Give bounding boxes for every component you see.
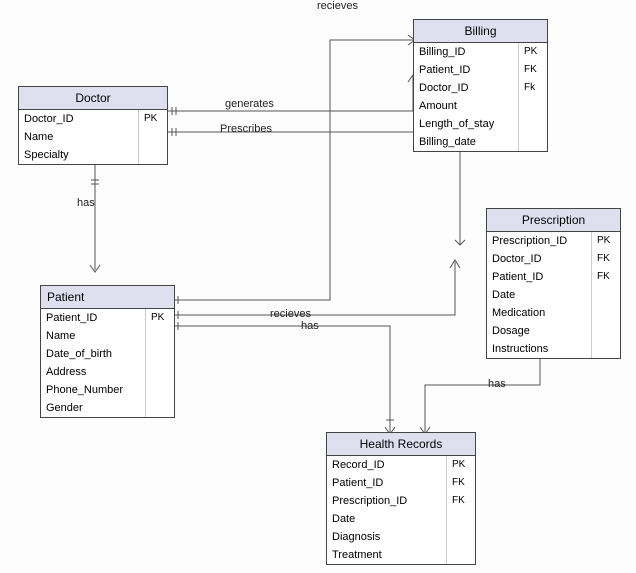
health-row-3-key (447, 510, 475, 528)
billing-row-4-name: Length_of_stay (414, 115, 519, 133)
health-row-4-key (447, 528, 475, 546)
prescription-row-6-name: Instructions (487, 340, 592, 358)
billing-row-5-key (519, 133, 547, 151)
entity-doctor[interactable]: Doctor Doctor_IDPK Name Specialty (18, 86, 168, 165)
label-recieves-top: recieves (317, 0, 358, 12)
health-row-4-name: Diagnosis (327, 528, 447, 546)
entity-billing[interactable]: Billing Billing_IDPK Patient_IDFK Doctor… (413, 19, 548, 152)
health-row-0-key: PK (447, 456, 475, 474)
doctor-row-2-key (139, 146, 167, 164)
health-row-2-key: FK (447, 492, 475, 510)
doctor-row-1-key (139, 128, 167, 146)
health-row-1-key: FK (447, 474, 475, 492)
billing-row-0-name: Billing_ID (414, 43, 519, 61)
prescription-row-5-key (592, 322, 620, 340)
billing-row-1-name: Patient_ID (414, 61, 519, 79)
patient-row-2-key (146, 345, 174, 363)
prescription-row-4-key (592, 304, 620, 322)
patient-row-0-name: Patient_ID (41, 309, 146, 327)
prescription-row-3-key (592, 286, 620, 304)
patient-row-4-name: Phone_Number (41, 381, 146, 399)
billing-title: Billing (414, 20, 547, 43)
entity-patient[interactable]: Patient Patient_IDPK Name Date_of_birth … (40, 285, 175, 418)
billing-row-5-name: Billing_date (414, 133, 519, 151)
prescription-row-0-key: PK (592, 232, 620, 250)
patient-row-5-key (146, 399, 174, 417)
prescription-title: Prescription (487, 209, 620, 232)
prescription-row-5-name: Dosage (487, 322, 592, 340)
label-has-presc-health: has (488, 378, 506, 390)
health-row-0-name: Record_ID (327, 456, 447, 474)
patient-row-3-name: Address (41, 363, 146, 381)
billing-row-3-key (519, 97, 547, 115)
label-has-doctor-patient: has (77, 197, 95, 209)
patient-row-3-key (146, 363, 174, 381)
patient-row-1-key (146, 327, 174, 345)
doctor-row-2-name: Specialty (19, 146, 139, 164)
label-prescribes: Prescribes (220, 123, 272, 135)
prescription-row-4-name: Medication (487, 304, 592, 322)
label-generates: generates (225, 98, 274, 110)
billing-row-2-name: Doctor_ID (414, 79, 519, 97)
billing-row-1-key: FK (519, 61, 547, 79)
label-has-patient-health: has (301, 320, 319, 332)
prescription-row-1-key: FK (592, 250, 620, 268)
billing-row-2-key: Fk (519, 79, 547, 97)
health-row-1-name: Patient_ID (327, 474, 447, 492)
prescription-row-6-key (592, 340, 620, 358)
billing-row-0-key: PK (519, 43, 547, 61)
prescription-row-1-name: Doctor_ID (487, 250, 592, 268)
patient-row-0-key: PK (146, 309, 174, 327)
doctor-title: Doctor (19, 87, 167, 110)
entity-health-records[interactable]: Health Records Record_IDPK Patient_IDFK … (326, 432, 476, 565)
doctor-row-0-name: Doctor_ID (19, 110, 139, 128)
billing-row-4-key (519, 115, 547, 133)
doctor-row-1-name: Name (19, 128, 139, 146)
patient-row-5-name: Gender (41, 399, 146, 417)
prescription-row-2-name: Patient_ID (487, 268, 592, 286)
health-row-2-name: Prescription_ID (327, 492, 447, 510)
health-title: Health Records (327, 433, 475, 456)
patient-row-2-name: Date_of_birth (41, 345, 146, 363)
label-recieves-mid: recieves (270, 308, 311, 320)
prescription-row-3-name: Date (487, 286, 592, 304)
billing-row-3-name: Amount (414, 97, 519, 115)
prescription-row-0-name: Prescription_ID (487, 232, 592, 250)
health-row-5-key (447, 546, 475, 564)
doctor-row-0-key: PK (139, 110, 167, 128)
patient-row-1-name: Name (41, 327, 146, 345)
health-row-5-name: Treatment (327, 546, 447, 564)
entity-prescription[interactable]: Prescription Prescription_IDPK Doctor_ID… (486, 208, 621, 359)
patient-title: Patient (41, 286, 174, 309)
patient-row-4-key (146, 381, 174, 399)
prescription-row-2-key: FK (592, 268, 620, 286)
health-row-3-name: Date (327, 510, 447, 528)
